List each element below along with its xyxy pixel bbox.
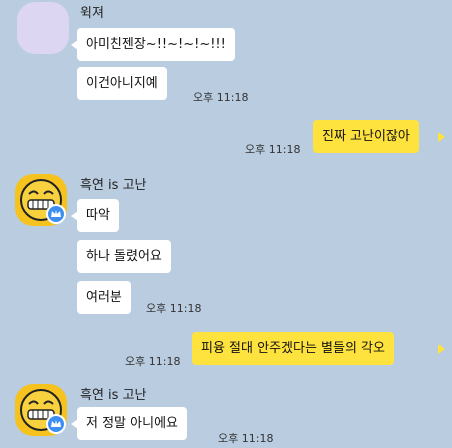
crown-badge-icon xyxy=(46,414,66,434)
timestamp: 오후 11:18 xyxy=(218,432,274,445)
timestamp: 오후 11:18 xyxy=(245,143,301,156)
my-message-bubble[interactable]: 피융 절대 안주겠다는 별들의 각오 xyxy=(192,332,394,365)
message-bubble[interactable]: 하나 돌렸어요 xyxy=(77,240,171,273)
timestamp: 오후 11:18 xyxy=(146,302,202,315)
message-bubble[interactable]: 여러분 xyxy=(77,281,131,314)
crown-badge-icon xyxy=(46,204,66,224)
sender-name: 흑연 is 고난 xyxy=(80,178,147,193)
my-message-bubble[interactable]: 진짜 고난이잖아 xyxy=(313,120,419,153)
timestamp: 오후 11:18 xyxy=(193,91,249,104)
message-bubble[interactable]: 따악 xyxy=(77,199,119,232)
message-bubble[interactable]: 저 정말 아니에요 xyxy=(77,407,187,440)
sender-name: 흑연 is 고난 xyxy=(80,388,147,403)
profile-avatar[interactable] xyxy=(17,2,69,54)
message-bubble[interactable]: 아미친젠장~!!~!~!~!!! xyxy=(77,28,235,61)
message-bubble[interactable]: 이건아니지예 xyxy=(77,67,167,100)
timestamp: 오후 11:18 xyxy=(125,355,181,368)
sender-name: 윅져 xyxy=(80,6,104,21)
